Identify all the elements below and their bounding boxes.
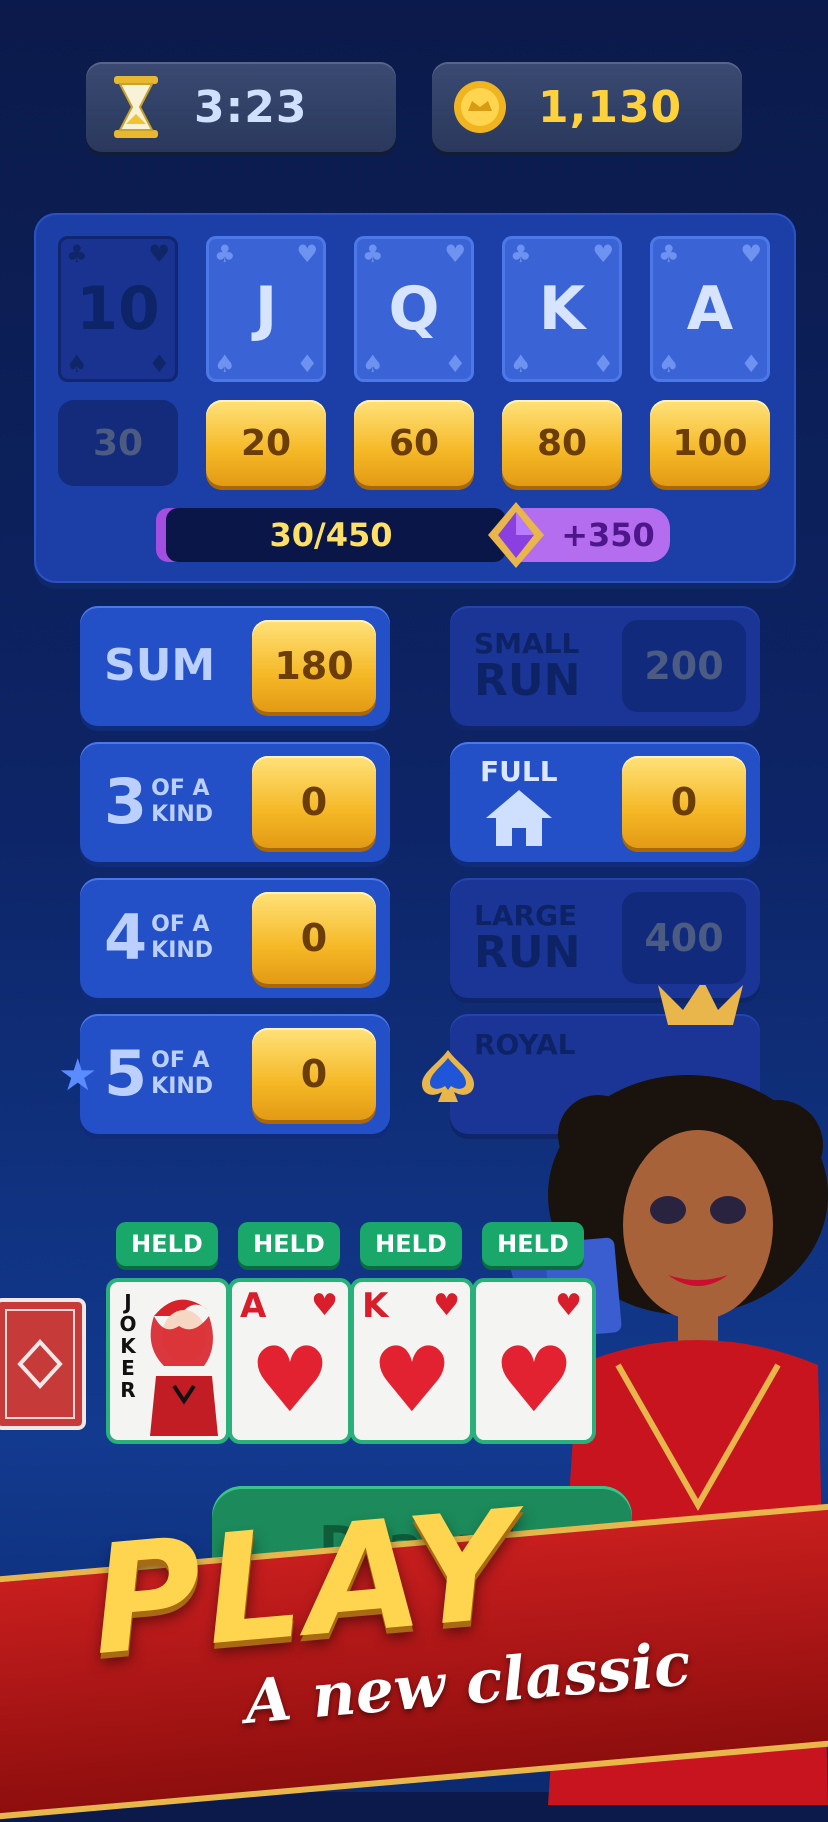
combo-five-of-a-kind[interactable]: 5 OF A KIND 0 [80, 1014, 390, 1134]
combo-value: 180 [252, 620, 376, 712]
top-card-rank: K [538, 274, 586, 344]
progress-text: 30/450 [269, 516, 393, 554]
combo-label: RUN [474, 655, 581, 706]
timer-pill: 3:23 [86, 62, 396, 152]
heart-icon: ♥ [311, 1288, 338, 1323]
combo-large-run[interactable]: LARGE RUN 400 [450, 878, 760, 998]
combo-full-house[interactable]: FULL 0 [450, 742, 760, 862]
combo-label: KIND [151, 938, 214, 963]
combo-value: 0 [252, 1028, 376, 1120]
combo-value: 0 [252, 756, 376, 848]
top-card-a[interactable]: ♣ ♥ A ♠ ♦ [650, 236, 770, 382]
combo-number: 5 [104, 1037, 148, 1110]
heart-icon: ♥ [371, 1328, 453, 1433]
heart-icon: ♥ [555, 1288, 582, 1323]
hand-card-joker[interactable]: JOKER [110, 1282, 226, 1440]
hourglass-icon [114, 76, 158, 138]
card-rank: K [362, 1286, 389, 1326]
progress-bar: 30/450 [156, 508, 506, 562]
coin-icon [454, 81, 506, 133]
top-score: 100 [650, 400, 770, 486]
house-icon [485, 790, 552, 846]
combo-label: SUM [104, 640, 216, 691]
hand-card-hearts-partial[interactable]: ♥ ♥ [476, 1282, 592, 1440]
top-card-rank: J [254, 274, 278, 344]
hand-card-ace-hearts[interactable]: A ♥ ♥ [232, 1282, 348, 1440]
coins-pill[interactable]: 1,130 [432, 62, 742, 152]
top-score: 60 [354, 400, 474, 486]
combo-value: 200 [622, 620, 746, 712]
timer-value: 3:23 [194, 81, 308, 133]
combo-label: FULL [480, 755, 558, 788]
top-card-q[interactable]: ♣ ♥ Q ♠ ♦ [354, 236, 474, 382]
combo-sum[interactable]: SUM 180 [80, 606, 390, 726]
combo-four-of-a-kind[interactable]: 4 OF A KIND 0 [80, 878, 390, 998]
top-card-rank: A [686, 274, 734, 344]
heart-icon: ♥ [249, 1328, 331, 1433]
top-card-j[interactable]: ♣ ♥ J ♠ ♦ [206, 236, 326, 382]
top-score: 30 [58, 400, 178, 486]
held-badge: HELD [116, 1222, 218, 1266]
heart-icon: ♥ [493, 1328, 575, 1433]
top-card-rank: Q [388, 274, 440, 344]
hand-card-king-hearts[interactable]: K ♥ ♥ [354, 1282, 470, 1440]
card-rank: A [240, 1286, 267, 1326]
combo-number: 4 [104, 901, 148, 974]
top-score: 80 [502, 400, 622, 486]
top-card-rank: 10 [76, 274, 160, 344]
bonus-text: +350 [561, 516, 655, 554]
combo-label: OF A [151, 912, 210, 937]
top-card-k[interactable]: ♣ ♥ K ♠ ♦ [502, 236, 622, 382]
held-badge: HELD [360, 1222, 462, 1266]
card-back-pattern-icon [5, 1309, 75, 1419]
top-card-10[interactable]: ♣ ♥ 10 ♠ ♦ [58, 236, 178, 382]
combo-three-of-a-kind[interactable]: 3 OF A KIND 0 [80, 742, 390, 862]
spade-badge-icon [422, 1050, 474, 1102]
combo-number: 3 [104, 765, 148, 838]
star-icon: ★ [58, 1050, 98, 1101]
combo-value: 0 [622, 756, 746, 848]
combo-label: OF A [151, 1048, 210, 1073]
gem-icon [488, 502, 544, 568]
combo-label: OF A [151, 776, 210, 801]
combo-small-run[interactable]: SMALL RUN 200 [450, 606, 760, 726]
held-badge: HELD [238, 1222, 340, 1266]
combo-label: KIND [151, 1074, 214, 1099]
joker-figure-icon [150, 1299, 218, 1436]
heart-icon: ♥ [433, 1288, 460, 1323]
deck-card-back[interactable] [0, 1298, 86, 1430]
combo-label: RUN [474, 927, 581, 978]
top-score: 20 [206, 400, 326, 486]
combo-label: KIND [151, 802, 214, 827]
coins-value: 1,130 [538, 81, 683, 133]
combo-value: 0 [252, 892, 376, 984]
held-badge: HELD [482, 1222, 584, 1266]
combo-value: 400 [622, 892, 746, 984]
